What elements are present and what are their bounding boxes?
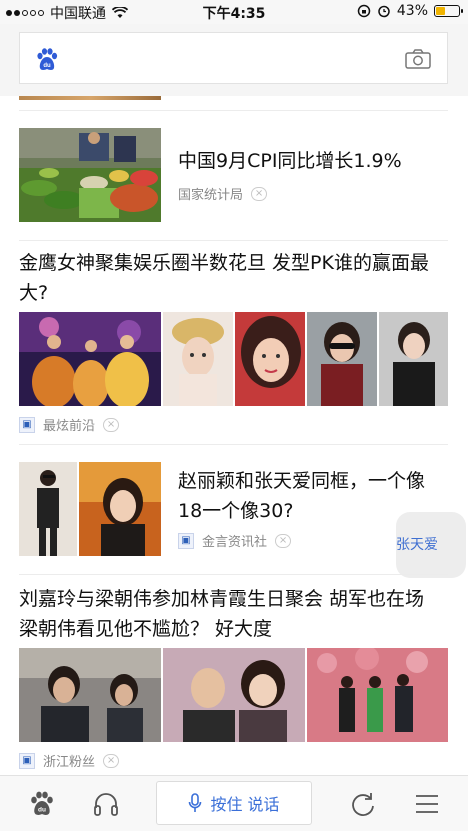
- news-source: 最炫前沿: [43, 419, 96, 434]
- voice-button-label: 按住 说话: [210, 795, 280, 814]
- search-input[interactable]: du: [19, 32, 448, 84]
- alarm-icon: [378, 5, 390, 18]
- refresh-icon[interactable]: [349, 790, 377, 818]
- actress-black-outfit-image[interactable]: [379, 312, 448, 406]
- baidu-paw-icon: du: [37, 48, 58, 70]
- birthday-group-image[interactable]: [307, 648, 448, 742]
- street-style-image[interactable]: [19, 462, 77, 556]
- news-source: 国家统计局: [178, 188, 244, 203]
- camera-icon[interactable]: [405, 49, 431, 69]
- battery-icon: [434, 5, 463, 17]
- actress-headdress-image[interactable]: [163, 312, 233, 406]
- news-source: 金言资讯社: [202, 535, 268, 550]
- bottom-toolbar: du 按住 说话: [0, 775, 468, 831]
- status-right: 43%: [357, 3, 463, 19]
- divider: [19, 574, 448, 575]
- actress-sunglasses-image[interactable]: [307, 312, 377, 406]
- stage-performance-image[interactable]: [19, 312, 161, 406]
- menu-icon[interactable]: [413, 790, 441, 818]
- battery-percent: 43%: [396, 3, 428, 19]
- baidu-home-icon[interactable]: du: [28, 790, 56, 818]
- orientation-lock-icon: [357, 4, 371, 18]
- actress-selfie-image[interactable]: [235, 312, 305, 406]
- car-interior-image[interactable]: [19, 648, 161, 742]
- dismiss-icon[interactable]: ×: [103, 753, 120, 768]
- party-selfie-image[interactable]: [163, 648, 305, 742]
- svg-text:du: du: [43, 63, 51, 69]
- divider: [19, 240, 448, 241]
- floating-tag[interactable]: 张天爱: [396, 512, 466, 578]
- news-meta: 国家统计局 ×: [178, 184, 268, 203]
- divider: [19, 110, 448, 111]
- news-meta: ▣ 金言资讯社 ×: [178, 531, 292, 550]
- news-title[interactable]: 刘嘉玲与梁朝伟参加林青霞生日聚会 胡军也在场 梁朝伟看见他不尴尬？ 好大度: [19, 584, 448, 644]
- partial-thumbnail[interactable]: [19, 96, 161, 100]
- news-meta: ▣ 最炫前沿 ×: [19, 415, 120, 434]
- voice-input-button[interactable]: 按住 说话: [156, 781, 312, 825]
- source-logo-icon: ▣: [178, 532, 194, 549]
- news-title[interactable]: 中国9月CPI同比增长1.9%: [178, 146, 448, 176]
- dismiss-icon[interactable]: ×: [275, 533, 292, 548]
- svg-text:du: du: [38, 807, 46, 814]
- news-meta: ▣ 浙江粉丝 ×: [19, 751, 120, 770]
- divider: [19, 444, 448, 445]
- source-logo-icon: ▣: [19, 752, 35, 769]
- vegetable-market-image[interactable]: [19, 128, 161, 222]
- news-source: 浙江粉丝: [43, 755, 96, 770]
- dismiss-icon[interactable]: ×: [103, 417, 120, 432]
- tag-label[interactable]: 张天爱: [396, 534, 438, 554]
- microphone-icon: [189, 793, 202, 812]
- actress-event-image[interactable]: [79, 462, 161, 556]
- status-bar: 中国联通 下午4:35 43%: [0, 0, 468, 24]
- news-title[interactable]: 金鹰女神聚集娱乐圈半数花旦 发型PK谁的赢面最大?: [19, 248, 448, 308]
- source-logo-icon: ▣: [19, 416, 35, 433]
- headphones-icon[interactable]: [92, 790, 120, 818]
- dismiss-icon[interactable]: ×: [251, 186, 268, 201]
- search-header: du: [0, 24, 468, 96]
